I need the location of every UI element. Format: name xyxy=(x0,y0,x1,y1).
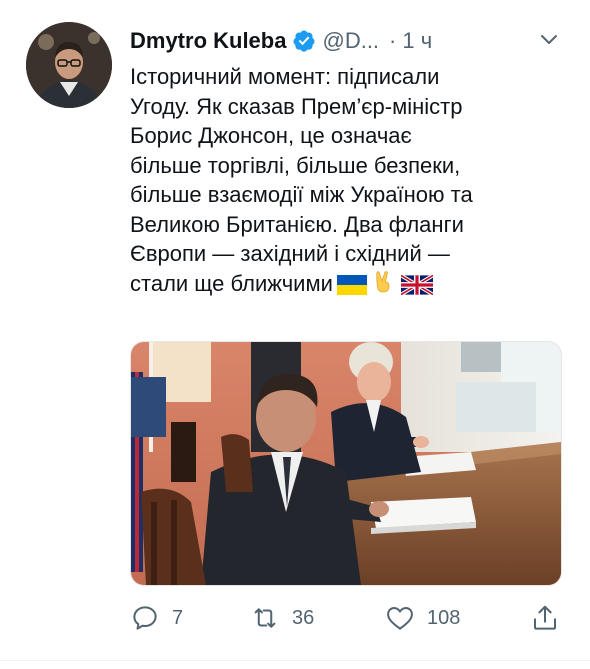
display-name[interactable]: Dmytro Kuleba xyxy=(130,28,286,54)
tweet-photo[interactable] xyxy=(130,341,562,586)
flag-ukraine-icon xyxy=(336,273,367,303)
separator: · xyxy=(389,28,397,53)
retweet-count: 36 xyxy=(292,606,315,629)
verified-badge-icon xyxy=(292,29,316,53)
tweet[interactable]: Dmytro Kuleba @D... · 1 ч Історичний мом… xyxy=(0,0,590,669)
chevron-down-icon[interactable] xyxy=(538,28,560,50)
tweet-text: Історичний момент: підписали Угоду. Як с… xyxy=(130,62,570,302)
like-button[interactable]: 108 xyxy=(385,600,460,636)
tweet-header: Dmytro Kuleba @D... · 1 ч xyxy=(130,24,570,58)
tweet-text-body: Історичний момент: підписали Угоду. Як с… xyxy=(130,64,473,296)
reply-count: 7 xyxy=(172,606,184,629)
retweet-button[interactable]: 36 xyxy=(250,600,314,636)
reply-icon xyxy=(133,606,157,630)
share-button[interactable] xyxy=(530,600,560,636)
handle[interactable]: @D... xyxy=(322,28,379,54)
avatar[interactable] xyxy=(26,22,112,108)
signing-ceremony-image xyxy=(131,342,561,585)
retweet-icon xyxy=(254,608,276,628)
reply-button[interactable]: 7 xyxy=(130,600,183,636)
timestamp[interactable]: 1 ч xyxy=(402,28,432,54)
flag-uk-icon xyxy=(399,273,434,303)
avatar-image xyxy=(26,22,112,108)
heart-icon xyxy=(387,607,413,630)
like-count: 108 xyxy=(427,606,461,629)
divider xyxy=(0,660,590,661)
share-icon xyxy=(534,605,556,630)
tweet-actions: 7 36 108 xyxy=(130,600,570,636)
victory-hand-icon xyxy=(371,269,397,303)
